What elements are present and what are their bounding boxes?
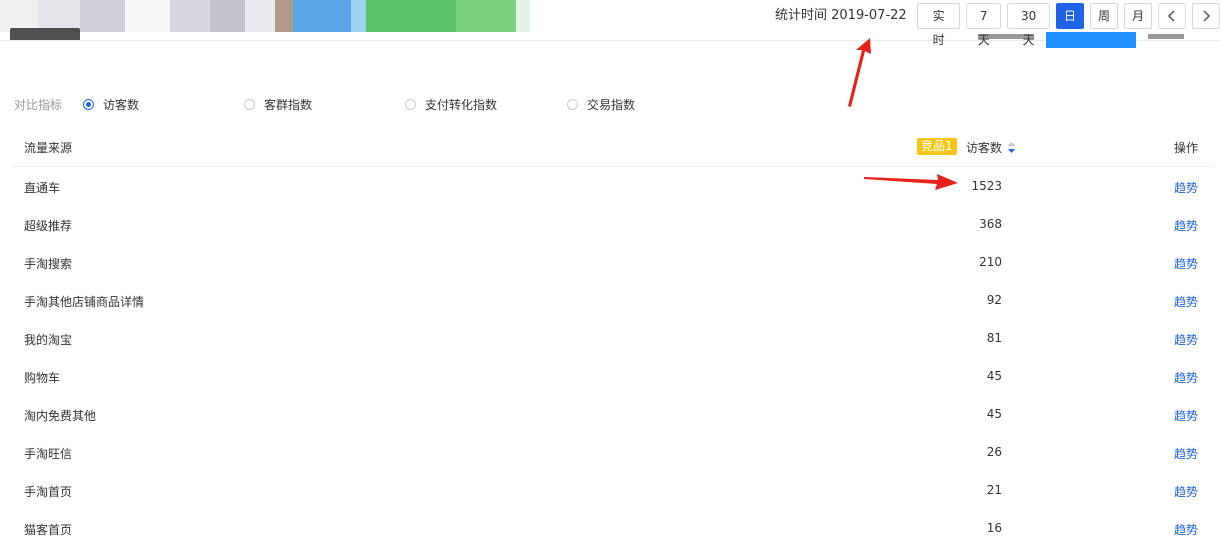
visitors-cell: 21	[986, 483, 1002, 497]
source-cell: 猫客首页	[24, 523, 73, 537]
prev-date-button[interactable]	[1158, 3, 1186, 29]
source-cell: 手淘其他店铺商品详情	[24, 295, 145, 309]
visitors-cell: 81	[986, 331, 1002, 345]
radio-unchecked-icon	[244, 99, 255, 110]
visitors-cell: 26	[986, 445, 1002, 459]
trend-link[interactable]: 趋势	[1174, 293, 1198, 310]
stat-time: 统计时间 2019-07-22	[775, 8, 907, 23]
metric-radio-visitors[interactable]: 访客数	[83, 96, 139, 113]
chevron-left-icon	[1167, 10, 1175, 22]
table-row: 超级推荐 368 趋势	[12, 205, 1214, 243]
sort-icon[interactable]	[1008, 142, 1015, 153]
visitors-cell: 45	[986, 407, 1002, 421]
period-7d-button[interactable]: 7天	[966, 3, 1002, 47]
table-row: 购物车 45 趋势	[12, 357, 1214, 395]
col-header-source: 流量来源	[24, 141, 73, 155]
trend-link[interactable]: 趋势	[1174, 407, 1198, 424]
visitors-cell: 1523	[971, 179, 1002, 193]
table-row: 淘内免费其他 45 趋势	[12, 395, 1214, 433]
trend-link[interactable]: 趋势	[1174, 331, 1198, 348]
period-30d-button[interactable]: 30天	[1007, 3, 1050, 47]
trend-link[interactable]: 趋势	[1174, 483, 1198, 500]
trend-link[interactable]: 趋势	[1174, 369, 1198, 386]
radio-unchecked-icon	[567, 99, 578, 110]
trend-link[interactable]: 趋势	[1174, 521, 1198, 538]
trend-link[interactable]: 趋势	[1174, 255, 1198, 272]
radio-checked-icon	[83, 99, 94, 110]
metrics-label: 对比指标	[14, 98, 63, 112]
source-cell: 淘内免费其他	[24, 409, 97, 423]
trend-link[interactable]: 趋势	[1174, 445, 1198, 462]
visitors-cell: 45	[986, 369, 1002, 383]
source-cell: 我的淘宝	[24, 333, 73, 347]
table-row: 手淘搜索 210 趋势	[12, 243, 1214, 281]
source-cell: 直通车	[24, 181, 61, 195]
table-row: 手淘其他店铺商品详情 92 趋势	[12, 281, 1214, 319]
period-day-button[interactable]: 日	[1055, 3, 1084, 29]
col-header-visitors[interactable]: 访客数	[966, 139, 1002, 156]
visitors-cell: 210	[979, 255, 1002, 269]
metric-radio-payment-conversion[interactable]: 支付转化指数	[405, 96, 497, 113]
table-row: 猫客首页 16 趋势	[12, 509, 1214, 547]
competitor-badge: 竞品1	[917, 138, 957, 155]
traffic-source-table: 流量来源 竞品1 访客数 操作 直通车 1523 趋势 超级推荐 368 趋势 …	[12, 128, 1214, 547]
next-date-button[interactable]	[1192, 3, 1220, 29]
header-primary-button-clipped[interactable]	[1046, 32, 1136, 48]
chevron-right-icon	[1203, 10, 1211, 22]
col-header-action: 操作	[1173, 141, 1198, 155]
period-month-button[interactable]: 月	[1123, 3, 1152, 29]
page-title-clipped	[10, 24, 80, 40]
metric-radio-trade-index[interactable]: 交易指数	[567, 96, 635, 113]
period-week-button[interactable]: 周	[1089, 3, 1118, 29]
table-header: 流量来源 竞品1 访客数 操作	[12, 128, 1214, 167]
source-cell: 超级推荐	[24, 219, 73, 233]
header-link-clipped-2[interactable]	[1148, 32, 1184, 40]
source-cell: 手淘首页	[24, 485, 73, 499]
visitors-cell: 16	[986, 521, 1002, 535]
metric-radio-customer-index[interactable]: 客群指数	[244, 96, 312, 113]
table-row: 我的淘宝 81 趋势	[12, 319, 1214, 357]
trend-link[interactable]: 趋势	[1174, 217, 1198, 234]
trend-link[interactable]: 趋势	[1174, 179, 1198, 196]
period-realtime-button[interactable]: 实 时	[917, 3, 961, 47]
table-row: 手淘首页 21 趋势	[12, 471, 1214, 509]
top-header: 统计时间 2019-07-22 实 时 7天 30天 日 周 月	[0, 0, 1220, 48]
radio-unchecked-icon	[405, 99, 416, 110]
source-cell: 手淘搜索	[24, 257, 73, 271]
source-cell: 购物车	[24, 371, 61, 385]
table-row: 手淘旺信 26 趋势	[12, 433, 1214, 471]
compare-metrics: 对比指标 访客数 客群指数 支付转化指数 交易指数	[14, 94, 1214, 114]
visitors-cell: 92	[986, 293, 1002, 307]
period-selector: 实 时 7天 30天 日 周 月	[917, 3, 1220, 47]
table-row: 直通车 1523 趋势	[12, 167, 1214, 205]
source-cell: 手淘旺信	[24, 447, 73, 461]
visitors-cell: 368	[979, 217, 1002, 231]
